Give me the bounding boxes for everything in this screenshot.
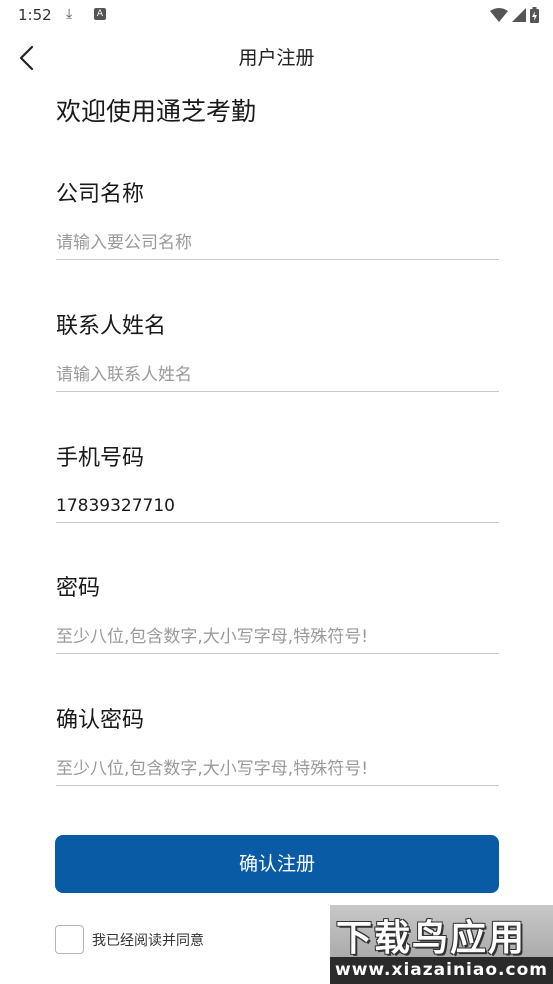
download-icon: ⤓ [66, 6, 73, 22]
watermark-url: www.xiazainiao.com [330, 957, 553, 984]
confirm-password-input[interactable] [56, 752, 499, 786]
password-input[interactable] [56, 620, 499, 654]
company-name-input[interactable] [56, 226, 499, 260]
company-name-label: 公司名称 [56, 182, 145, 207]
page-title: 用户注册 [238, 47, 315, 69]
battery-icon [530, 7, 539, 23]
confirm-register-button[interactable]: 确认注册 [55, 835, 499, 893]
wifi-icon [490, 8, 508, 22]
agree-checkbox[interactable] [55, 925, 84, 954]
phone-input[interactable] [56, 489, 499, 523]
a-badge-icon: A [94, 8, 106, 20]
contact-name-label: 联系人姓名 [56, 314, 167, 339]
agree-label: 我已经阅读并同意 [92, 933, 204, 949]
watermark-title: 下载鸟应用 [336, 918, 527, 959]
status-indicators [490, 6, 539, 24]
watermark-logo: 下载鸟应用 www.xiazainiao.com [330, 905, 553, 984]
confirm-password-label: 确认密码 [56, 708, 145, 733]
phone-label: 手机号码 [56, 446, 145, 471]
status-bar: 1:52 ⤓ A [0, 0, 553, 30]
status-time: 1:52 [18, 6, 52, 24]
signal-icon [512, 8, 526, 22]
password-label: 密码 [56, 576, 101, 601]
contact-name-input[interactable] [56, 358, 499, 392]
welcome-heading: 欢迎使用通芝考勤 [56, 97, 257, 126]
